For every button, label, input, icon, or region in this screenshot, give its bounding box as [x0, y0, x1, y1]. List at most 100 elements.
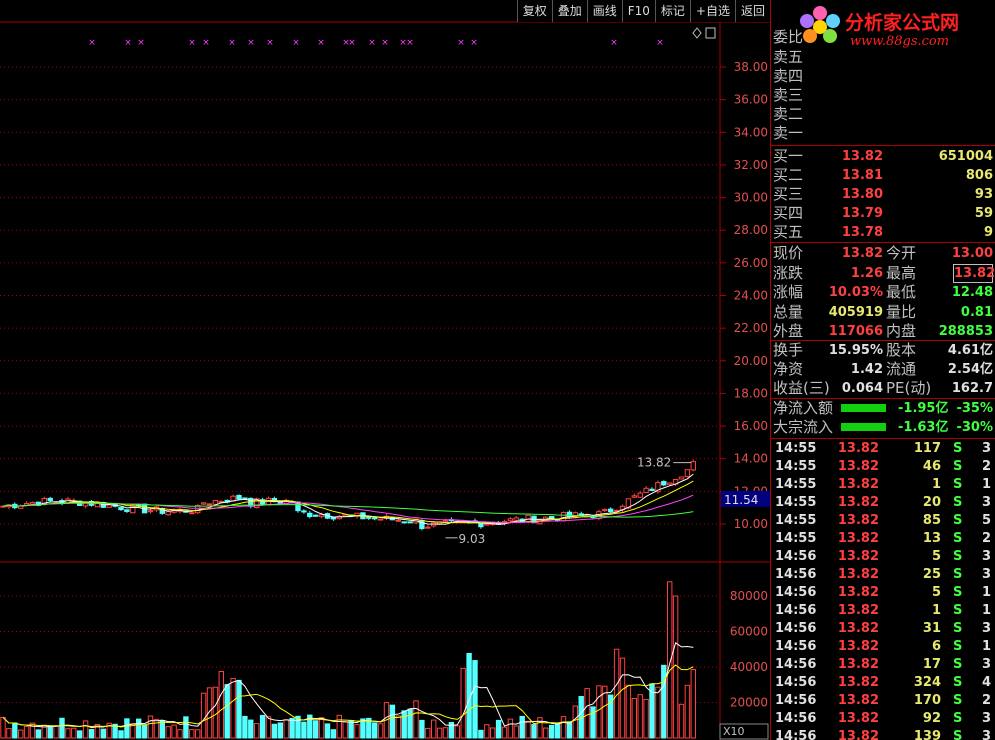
candle-body: [200, 502, 207, 505]
volume-bar: [248, 719, 254, 739]
volume-bar: [12, 722, 18, 739]
bid-label: 买五: [773, 223, 804, 241]
price-tick-label: 20.00: [734, 354, 768, 368]
bid-row: 买一 13.82 651004: [773, 147, 995, 166]
tick-price: 13.82: [837, 441, 879, 456]
volume-tick-label: 20000: [730, 696, 768, 710]
toolbar-button[interactable]: 画线: [586, 0, 622, 22]
tick-side: S: [953, 567, 963, 582]
volume-bar: [330, 729, 337, 739]
trade-tick-row: 14:56 13.82 6 S 1: [773, 638, 995, 656]
volume-bar: [454, 725, 461, 739]
candle-body: [377, 518, 384, 521]
volume-bar: [289, 717, 295, 739]
toolbar-button[interactable]: 复权: [516, 0, 552, 22]
volume-bar: [525, 720, 531, 739]
trade-tick-row: 14:55 13.82 117 S 3: [773, 440, 995, 458]
candle-body: [366, 516, 372, 519]
bid-price: 13.81: [841, 168, 883, 183]
stat-row: 涨跌 1.26 最高 13.82: [773, 263, 995, 283]
volume-bar: [65, 728, 71, 739]
tick-count: 1: [981, 477, 991, 492]
flower-logo-icon: [800, 6, 840, 43]
volume-bar: [554, 723, 561, 739]
volume-bar: [360, 718, 366, 739]
stat-value: 405919: [828, 304, 883, 320]
toolbar-button[interactable]: 标记: [654, 0, 690, 22]
signal-mark: ×: [88, 38, 96, 48]
volume-bar: [484, 724, 490, 739]
volume-bar: [501, 726, 508, 739]
tick-count: 3: [981, 567, 991, 582]
volume-bar: [537, 717, 543, 739]
volume-bar: [0, 716, 6, 739]
quote-panel: 委比 卖五 卖四 卖三 卖二 卖一 买一 13.82 651004 买二 13.81 806 买三 13.…: [770, 0, 995, 740]
chart-canvas[interactable]: 38.00 36.00 34.00 32.00 30.00 28.00 26.00 24.00…: [0, 0, 770, 740]
tick-time: 14:55: [775, 531, 817, 546]
tick-price: 13.82: [837, 621, 879, 636]
toolbar-button[interactable]: 返回: [734, 0, 770, 22]
signal-mark: ×: [124, 38, 132, 48]
fundamental-value: 2.54亿: [947, 362, 993, 377]
toolbar-button[interactable]: 叠加: [551, 0, 587, 22]
kline-chart[interactable]: 38.00 36.00 34.00 32.00 30.00 28.00 26.00 24.00…: [0, 0, 770, 740]
tick-volume: 117: [913, 441, 941, 456]
flow-bar: [841, 423, 886, 431]
price-tick-label: 38.00: [734, 60, 768, 74]
tick-price: 13.82: [837, 477, 879, 492]
toolbar-button[interactable]: +自选: [689, 0, 735, 22]
volume-bar: [460, 667, 466, 739]
tick-side: S: [953, 603, 963, 618]
volume-bar: [678, 703, 685, 739]
flow-pct: -30%: [956, 420, 993, 435]
stat-row: 现价 13.82 今开 13.00: [773, 244, 995, 263]
candle-body: [147, 510, 154, 513]
ask-row: 卖二: [773, 105, 995, 124]
volume-bar: [230, 677, 236, 739]
volume-unit-label: X10: [723, 725, 745, 738]
tick-count: 1: [981, 585, 991, 600]
tick-price: 13.82: [837, 693, 879, 708]
bid-label: 买一: [773, 147, 804, 165]
volume-bar: [377, 723, 384, 739]
volume-bar: [324, 723, 331, 739]
price-tick-label: 30.00: [734, 191, 768, 205]
bid-label: 买四: [773, 204, 804, 222]
candle-body: [106, 504, 112, 508]
tick-time: 14:56: [775, 621, 817, 636]
volume-tick-label: 40000: [730, 660, 768, 674]
flow-amount: -1.63亿: [898, 420, 949, 435]
stat-value: 13.82: [841, 246, 883, 261]
volume-bar: [436, 727, 443, 739]
candle-body: [649, 488, 655, 491]
candle-body: [678, 476, 685, 480]
tick-price: 13.82: [837, 495, 879, 510]
tick-time: 14:56: [775, 729, 817, 740]
stat-value: 10.03%: [828, 285, 883, 300]
volume-bar: [631, 698, 637, 739]
tick-volume: 139: [913, 729, 941, 740]
volume-bar: [23, 725, 30, 739]
signal-mark: ×: [368, 38, 376, 48]
toolbar-button[interactable]: F10: [621, 0, 655, 22]
volume-bar: [584, 688, 590, 739]
divider: [771, 145, 995, 146]
tick-side: S: [953, 639, 963, 654]
tick-count: 3: [981, 441, 991, 456]
candle-body: [189, 512, 195, 515]
flow-label: 净流入额: [773, 399, 834, 417]
candle-body: [318, 514, 325, 518]
volume-bar: [236, 679, 242, 739]
volume-bar: [549, 724, 555, 739]
stat-value: 0.81: [960, 304, 993, 320]
trade-tick-row: 14:56 13.82 17 S 3: [773, 656, 995, 674]
stat-row: 外盘 117066 内盘 288853: [773, 322, 995, 341]
ask-label: 卖三: [773, 86, 804, 104]
candle-body: [206, 503, 213, 506]
tick-price: 13.82: [837, 567, 879, 582]
trade-tick-row: 14:55 13.82 1 S 1: [773, 476, 995, 494]
volume-bar: [277, 722, 284, 739]
signal-mark: ×: [317, 38, 325, 48]
bid-volume: 651004: [938, 149, 993, 164]
fundamental-row: 净资 1.42 流通 2.54亿: [773, 360, 995, 379]
